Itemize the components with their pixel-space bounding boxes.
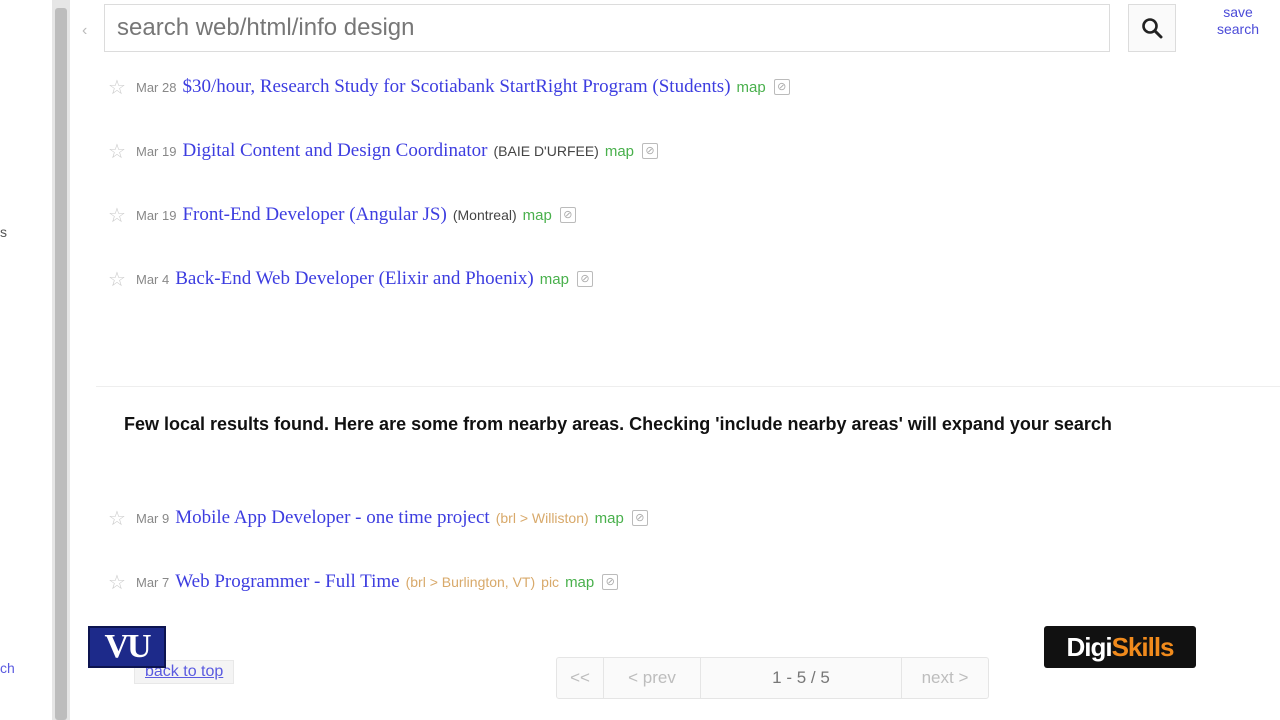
favorite-star-icon[interactable]: ☆ bbox=[108, 506, 132, 531]
vertical-scrollbar[interactable] bbox=[52, 0, 70, 720]
map-link[interactable]: map bbox=[595, 510, 624, 527]
pic-tag: pic bbox=[541, 574, 560, 590]
listing-row: ☆ Mar 19 Front-End Developer (Angular JS… bbox=[108, 200, 576, 230]
left-panel-text-fragment: s bbox=[0, 224, 7, 240]
listing-title-link[interactable]: Web Programmer - Full Time bbox=[175, 571, 399, 593]
listing-neighborhood: (brl > Williston) bbox=[495, 510, 589, 526]
nearby-results-notice: Few local results found. Here are some f… bbox=[124, 414, 1112, 434]
search-icon bbox=[1142, 18, 1163, 39]
favorite-star-icon[interactable]: ☆ bbox=[108, 139, 132, 164]
prev-page-button[interactable]: < prev bbox=[604, 658, 701, 698]
hide-listing-icon[interactable]: ⊘ bbox=[559, 207, 576, 223]
listing-row: ☆ Mar 4 Back-End Web Developer (Elixir a… bbox=[108, 264, 593, 294]
next-page-button[interactable]: next > bbox=[902, 658, 988, 698]
listing-date: Mar 19 bbox=[136, 143, 177, 159]
scrollbar-thumb[interactable] bbox=[55, 8, 67, 720]
digiskills-logo-part2: Skills bbox=[1111, 632, 1175, 662]
listing-neighborhood: (brl > Burlington, VT) bbox=[405, 574, 536, 590]
vu-logo: VU bbox=[88, 626, 166, 668]
favorite-star-icon[interactable]: ☆ bbox=[108, 570, 132, 595]
hide-listing-icon[interactable]: ⊘ bbox=[773, 79, 790, 95]
map-link[interactable]: map bbox=[737, 79, 766, 96]
listing-neighborhood: (BAIE D'URFEE) bbox=[493, 143, 599, 159]
listing-date: Mar 19 bbox=[136, 207, 177, 223]
map-link[interactable]: map bbox=[540, 271, 569, 288]
listing-title-link[interactable]: Front-End Developer (Angular JS) bbox=[182, 204, 446, 226]
listing-title-link[interactable]: Digital Content and Design Coordinator bbox=[182, 140, 487, 162]
listing-neighborhood: (Montreal) bbox=[452, 207, 517, 223]
listing-date: Mar 28 bbox=[136, 79, 177, 95]
hide-listing-icon[interactable]: ⊘ bbox=[631, 510, 648, 526]
map-link[interactable]: map bbox=[605, 143, 634, 160]
left-panel-link-fragment[interactable]: ch bbox=[0, 660, 15, 676]
save-search-line2: search bbox=[1216, 21, 1260, 37]
hide-listing-icon[interactable]: ⊘ bbox=[602, 574, 619, 590]
favorite-star-icon[interactable]: ☆ bbox=[108, 203, 132, 228]
map-link[interactable]: map bbox=[523, 207, 552, 224]
favorite-star-icon[interactable]: ☆ bbox=[108, 267, 132, 292]
listing-row: ☆ Mar 9 Mobile App Developer - one time … bbox=[108, 503, 648, 533]
listing-date: Mar 4 bbox=[136, 271, 170, 287]
collapse-arrow-icon[interactable]: ‹ bbox=[82, 22, 87, 40]
hide-listing-icon[interactable]: ⊘ bbox=[576, 271, 593, 287]
first-page-button[interactable]: << bbox=[557, 658, 604, 698]
search-input[interactable] bbox=[104, 4, 1110, 52]
page-range: 1 - 5 / 5 bbox=[701, 658, 902, 698]
listing-row: ☆ Mar 28 $30/hour, Research Study for Sc… bbox=[108, 72, 790, 102]
digiskills-logo: DigiSkills bbox=[1044, 626, 1196, 668]
hide-listing-icon[interactable]: ⊘ bbox=[642, 143, 659, 159]
save-search-link[interactable]: save search bbox=[1206, 4, 1270, 38]
listing-row: ☆ Mar 19 Digital Content and Design Coor… bbox=[108, 136, 659, 166]
listing-date: Mar 9 bbox=[136, 510, 170, 526]
save-search-line1: save bbox=[1223, 4, 1253, 20]
digiskills-logo-part1: Digi bbox=[1066, 632, 1112, 662]
left-panel: s bbox=[0, 0, 52, 720]
listing-date: Mar 7 bbox=[136, 574, 170, 590]
listing-title-link[interactable]: Mobile App Developer - one time project bbox=[175, 507, 489, 529]
section-divider bbox=[96, 386, 1280, 387]
map-link[interactable]: map bbox=[565, 574, 594, 591]
pagination: << < prev 1 - 5 / 5 next > bbox=[556, 657, 989, 699]
listing-title-link[interactable]: $30/hour, Research Study for Scotiabank … bbox=[182, 76, 730, 98]
search-button[interactable] bbox=[1128, 4, 1176, 52]
listing-row: ☆ Mar 7 Web Programmer - Full Time (brl … bbox=[108, 567, 619, 597]
listing-title-link[interactable]: Back-End Web Developer (Elixir and Phoen… bbox=[175, 268, 534, 290]
favorite-star-icon[interactable]: ☆ bbox=[108, 75, 132, 100]
